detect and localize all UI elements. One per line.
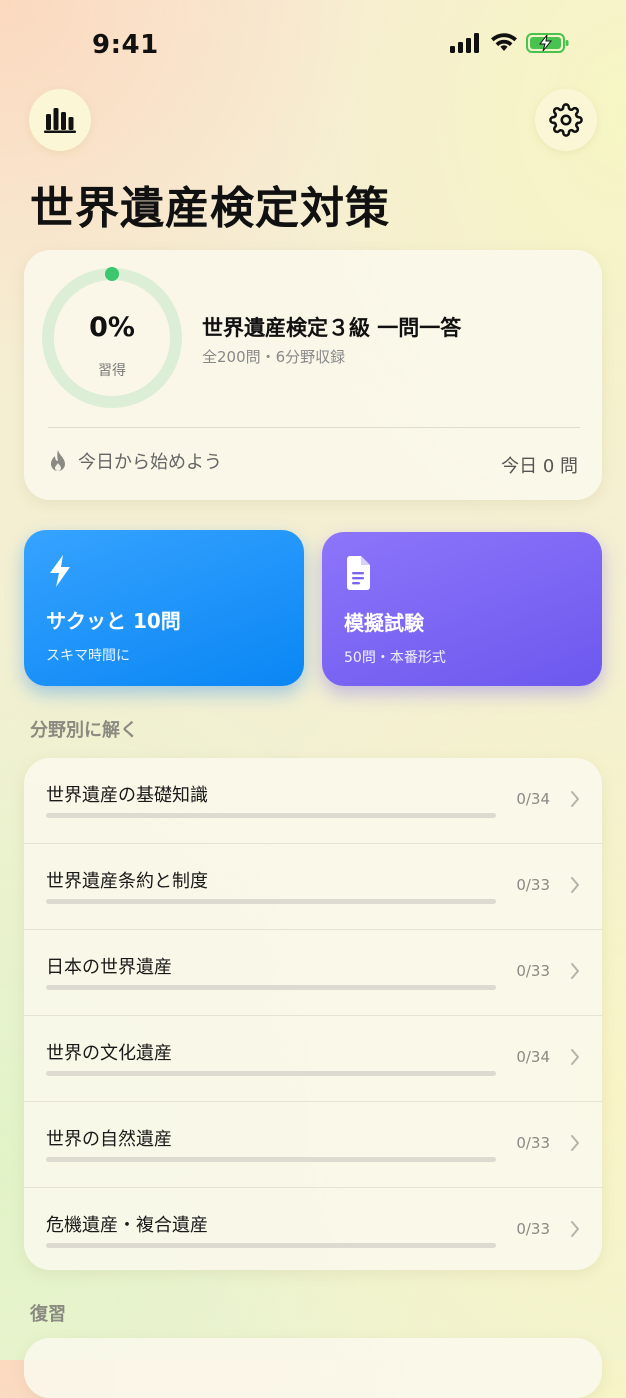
- category-count: 0/34: [516, 1048, 550, 1066]
- category-progress-bar: [46, 899, 496, 904]
- category-label: 世界の自然遺産: [46, 1129, 172, 1150]
- category-row[interactable]: 危機遺産・複合遺産 0/33: [24, 1188, 602, 1270]
- category-label: 世界の文化遺産: [46, 1043, 172, 1064]
- lightning-icon: [50, 555, 70, 587]
- status-icons: [450, 32, 570, 54]
- category-label: 世界遺産条約と制度: [46, 871, 208, 892]
- today-count: 今日 0 問: [501, 456, 578, 477]
- progress-percent-label: 習得: [98, 363, 126, 379]
- category-label: 危機遺産・複合遺産: [46, 1215, 208, 1236]
- category-row[interactable]: 世界遺産条約と制度 0/33: [24, 844, 602, 930]
- stats-button[interactable]: [29, 89, 91, 151]
- battery-charging-icon: [526, 33, 569, 53]
- category-count: 0/33: [516, 1220, 550, 1238]
- category-progress-bar: [46, 985, 496, 990]
- divider: [48, 427, 580, 428]
- category-progress-bar: [46, 1071, 496, 1076]
- category-label: 世界遺産の基礎知識: [46, 785, 208, 806]
- quick-quiz-title: サクッと 10問: [46, 609, 181, 633]
- bar-chart-icon: [44, 108, 76, 133]
- review-section-header: 復習: [30, 1304, 66, 1325]
- category-row[interactable]: 世界遺産の基礎知識 0/34: [24, 758, 602, 844]
- document-icon: [347, 556, 370, 590]
- category-list: 世界遺産の基礎知識 0/34 世界遺産条約と制度 0/33 日本の世界遺産 0/…: [24, 758, 602, 1270]
- review-card[interactable]: [24, 1338, 602, 1398]
- gear-icon: [549, 103, 583, 137]
- chevron-right-icon: [571, 791, 579, 807]
- progress-ring: 0% 習得: [38, 264, 186, 412]
- category-count: 0/33: [516, 1134, 550, 1152]
- category-count: 0/33: [516, 876, 550, 894]
- settings-button[interactable]: [535, 89, 597, 151]
- category-progress-bar: [46, 1243, 496, 1248]
- mock-exam-title: 模擬試験: [344, 611, 424, 635]
- streak-info: 今日から始めよう: [48, 448, 222, 474]
- page-title: 世界遺産検定対策: [30, 183, 390, 234]
- wifi-icon: [491, 33, 517, 51]
- quick-quiz-button[interactable]: サクッと 10問 スキマ時間に: [24, 530, 304, 686]
- chevron-right-icon: [571, 1221, 579, 1237]
- category-progress-bar: [46, 813, 496, 818]
- category-row[interactable]: 世界の自然遺産 0/33: [24, 1102, 602, 1188]
- category-progress-bar: [46, 1157, 496, 1162]
- category-row[interactable]: 世界の文化遺産 0/34: [24, 1016, 602, 1102]
- progress-percent: 0%: [89, 312, 135, 343]
- flame-icon: [51, 450, 65, 471]
- category-row[interactable]: 日本の世界遺産 0/33: [24, 930, 602, 1016]
- category-count: 0/34: [516, 790, 550, 808]
- category-label: 日本の世界遺産: [46, 957, 172, 978]
- category-count: 0/33: [516, 962, 550, 980]
- course-title: 世界遺産検定３級 一問一答: [202, 316, 462, 340]
- category-section-header: 分野別に解く: [30, 720, 138, 741]
- chevron-right-icon: [571, 877, 579, 893]
- progress-card[interactable]: 0% 習得 世界遺産検定３級 一問一答 全200問・6分野収録 今日から始めよう…: [24, 250, 602, 500]
- chevron-right-icon: [571, 1049, 579, 1065]
- chevron-right-icon: [571, 1135, 579, 1151]
- mock-exam-subtitle: 50問・本番形式: [344, 650, 446, 666]
- status-time: 9:41: [92, 30, 159, 60]
- course-subtitle: 全200問・6分野収録: [202, 348, 346, 366]
- chevron-right-icon: [571, 963, 579, 979]
- streak-text: 今日から始めよう: [78, 452, 222, 473]
- quick-quiz-subtitle: スキマ時間に: [46, 648, 130, 664]
- mock-exam-button[interactable]: 模擬試験 50問・本番形式: [322, 532, 602, 686]
- cellular-signal-icon: [450, 33, 479, 53]
